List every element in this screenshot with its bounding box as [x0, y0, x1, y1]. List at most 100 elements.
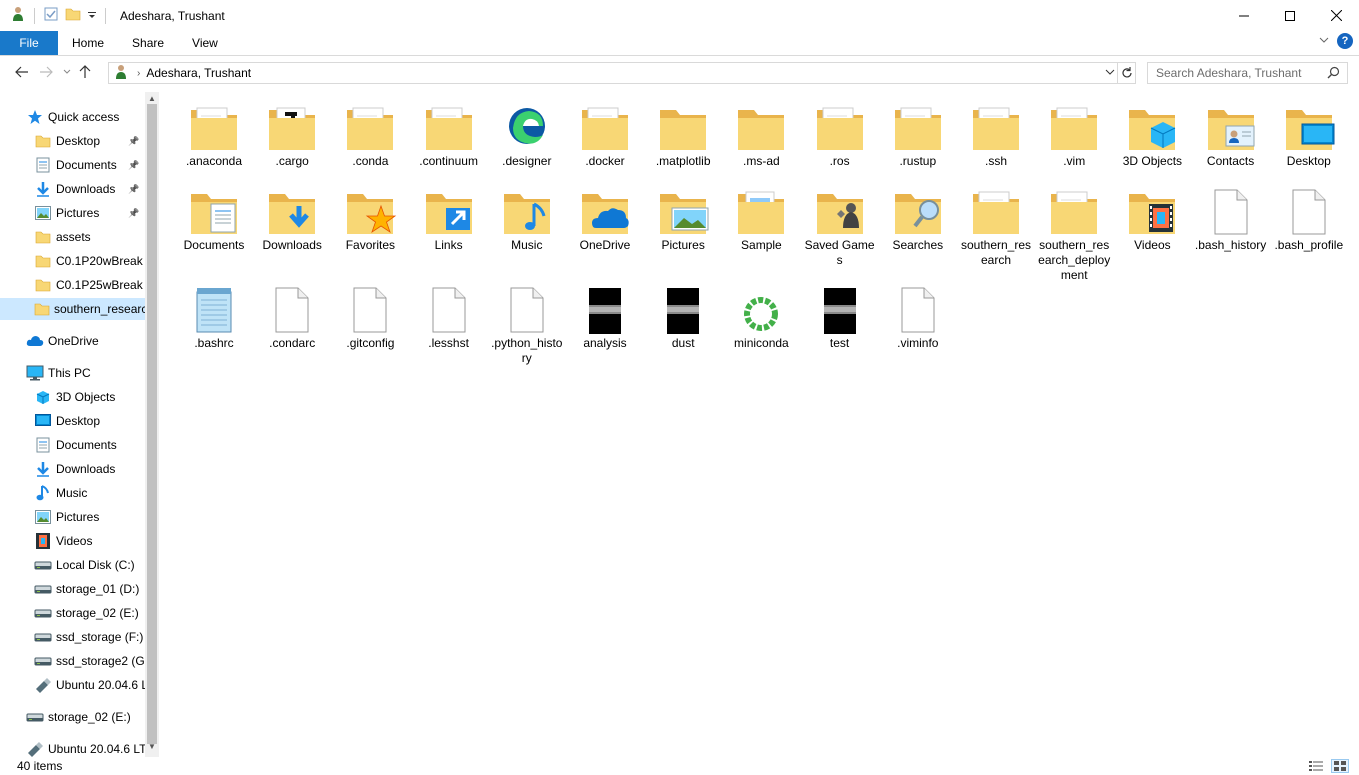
nav-item-onedrive[interactable]: OneDrive: [0, 330, 145, 352]
file-item[interactable]: Searches: [880, 184, 956, 253]
new-folder-icon[interactable]: [65, 6, 81, 25]
file-item[interactable]: .bash_history: [1193, 184, 1269, 253]
file-item[interactable]: .ms-ad: [723, 100, 799, 169]
large-icons-view-button[interactable]: [1331, 759, 1349, 773]
file-item[interactable]: .ssh: [958, 100, 1034, 169]
forward-button[interactable]: [32, 66, 60, 78]
nav-item-c0-1p20wbreak[interactable]: C0.1P20wBreak: [0, 250, 145, 272]
tab-home[interactable]: Home: [58, 31, 118, 55]
refresh-button[interactable]: [1118, 62, 1136, 84]
nav-item-storage-01-d[interactable]: storage_01 (D:): [0, 578, 145, 600]
file-item[interactable]: .python_history: [489, 282, 565, 366]
recent-locations-button[interactable]: [60, 68, 74, 76]
file-item[interactable]: Videos: [1114, 184, 1190, 253]
up-button[interactable]: [74, 65, 96, 79]
nav-item-ssd-storage2-g[interactable]: ssd_storage2 (G:): [0, 650, 145, 672]
file-item[interactable]: .bash_profile: [1271, 184, 1347, 253]
file-item[interactable]: .matplotlib: [645, 100, 721, 169]
nav-item-ubuntu-20-04-6-lts[interactable]: Ubuntu 20.04.6 LTS: [0, 674, 145, 696]
file-item[interactable]: analysis: [567, 282, 643, 351]
user-folder-icon[interactable]: [10, 6, 26, 25]
file-item[interactable]: Desktop: [1271, 100, 1347, 169]
pin-icon[interactable]: 📌: [128, 160, 139, 171]
breadcrumb-user-folder[interactable]: Adeshara, Trushant: [146, 66, 251, 80]
address-history-dropdown[interactable]: [1105, 66, 1115, 80]
tab-share[interactable]: Share: [118, 31, 178, 55]
nav-item-local-disk-c[interactable]: Local Disk (C:): [0, 554, 145, 576]
nav-item-desktop[interactable]: Desktop 📌: [0, 130, 145, 152]
file-item[interactable]: 3D Objects: [1114, 100, 1190, 169]
file-item[interactable]: .viminfo: [880, 282, 956, 351]
nav-item-storage-02-e[interactable]: storage_02 (E:): [0, 706, 145, 728]
nav-item-documents[interactable]: Documents 📌: [0, 154, 145, 176]
nav-item-ubuntu-20-04-6-lts[interactable]: Ubuntu 20.04.6 LTS: [0, 738, 145, 757]
file-item[interactable]: Documents: [176, 184, 252, 253]
details-view-button[interactable]: [1307, 759, 1325, 773]
file-item[interactable]: Downloads: [254, 184, 330, 253]
folder-doc-icon: [186, 100, 242, 152]
nav-item-ssd-storage-f[interactable]: ssd_storage (F:): [0, 626, 145, 648]
tab-view[interactable]: View: [178, 31, 232, 55]
nav-item-videos[interactable]: Videos: [0, 530, 145, 552]
file-item[interactable]: .condarc: [254, 282, 330, 351]
nav-item-documents[interactable]: Documents: [0, 434, 145, 456]
minimize-button[interactable]: [1221, 0, 1267, 31]
file-item[interactable]: .gitconfig: [332, 282, 408, 351]
nav-item-desktop[interactable]: Desktop: [0, 410, 145, 432]
nav-item-quick-access[interactable]: Quick access: [0, 106, 145, 128]
file-item[interactable]: OneDrive: [567, 184, 643, 253]
file-item[interactable]: southern_research: [958, 184, 1034, 268]
file-item[interactable]: Music: [489, 184, 565, 253]
nav-item-c0-1p25wbreak[interactable]: C0.1P25wBreak: [0, 274, 145, 296]
scroll-down-button[interactable]: ▼: [145, 740, 159, 752]
pin-icon[interactable]: 📌: [128, 136, 139, 147]
file-item[interactable]: .docker: [567, 100, 643, 169]
breadcrumb-separator-icon[interactable]: ›: [137, 68, 140, 79]
file-item[interactable]: .rustup: [880, 100, 956, 169]
nav-item-storage-02-e[interactable]: storage_02 (E:): [0, 602, 145, 624]
nav-item-southern-research[interactable]: southern_research: [0, 298, 145, 320]
nav-item-downloads[interactable]: Downloads 📌: [0, 178, 145, 200]
nav-item-pictures[interactable]: Pictures: [0, 506, 145, 528]
file-item[interactable]: .designer: [489, 100, 565, 169]
file-item[interactable]: Links: [411, 184, 487, 253]
file-item[interactable]: Pictures: [645, 184, 721, 253]
pin-icon[interactable]: 📌: [128, 184, 139, 195]
nav-item-assets[interactable]: assets: [0, 226, 145, 248]
help-button[interactable]: ?: [1337, 33, 1353, 49]
file-item[interactable]: .continuum: [411, 100, 487, 169]
search-box[interactable]: [1147, 62, 1348, 84]
file-item[interactable]: dust: [645, 282, 721, 351]
file-item[interactable]: .bashrc: [176, 282, 252, 351]
customize-toolbar-dropdown-icon[interactable]: [87, 9, 97, 23]
close-button[interactable]: [1313, 0, 1359, 31]
maximize-button[interactable]: [1267, 0, 1313, 31]
address-bar[interactable]: › Adeshara, Trushant: [108, 62, 1118, 84]
pin-icon[interactable]: 📌: [128, 208, 139, 219]
nav-item-downloads[interactable]: Downloads: [0, 458, 145, 480]
file-item[interactable]: .conda: [332, 100, 408, 169]
file-item[interactable]: .cargo: [254, 100, 330, 169]
file-item[interactable]: Sample: [723, 184, 799, 253]
nav-item-label: storage_01 (D:): [56, 582, 140, 596]
properties-icon[interactable]: [43, 6, 59, 25]
nav-item-pictures[interactable]: Pictures 📌: [0, 202, 145, 224]
nav-scrollbar-thumb[interactable]: [147, 104, 157, 744]
tab-file[interactable]: File: [0, 31, 58, 55]
expand-ribbon-button[interactable]: [1319, 34, 1329, 48]
file-item[interactable]: miniconda: [723, 282, 799, 351]
file-item[interactable]: .ros: [802, 100, 878, 169]
file-item[interactable]: .lesshst: [411, 282, 487, 351]
file-item[interactable]: Contacts: [1193, 100, 1269, 169]
search-input[interactable]: [1156, 66, 1326, 80]
nav-item-3d-objects[interactable]: 3D Objects: [0, 386, 145, 408]
nav-item-music[interactable]: Music: [0, 482, 145, 504]
file-item[interactable]: .anaconda: [176, 100, 252, 169]
file-item[interactable]: test: [802, 282, 878, 351]
file-item[interactable]: southern_research_deployment: [1036, 184, 1112, 283]
file-item[interactable]: Saved Games: [802, 184, 878, 268]
scroll-up-button[interactable]: ▲: [145, 92, 159, 104]
file-item[interactable]: Favorites: [332, 184, 408, 253]
file-item[interactable]: .vim: [1036, 100, 1112, 169]
nav-item-this-pc[interactable]: This PC: [0, 362, 145, 384]
